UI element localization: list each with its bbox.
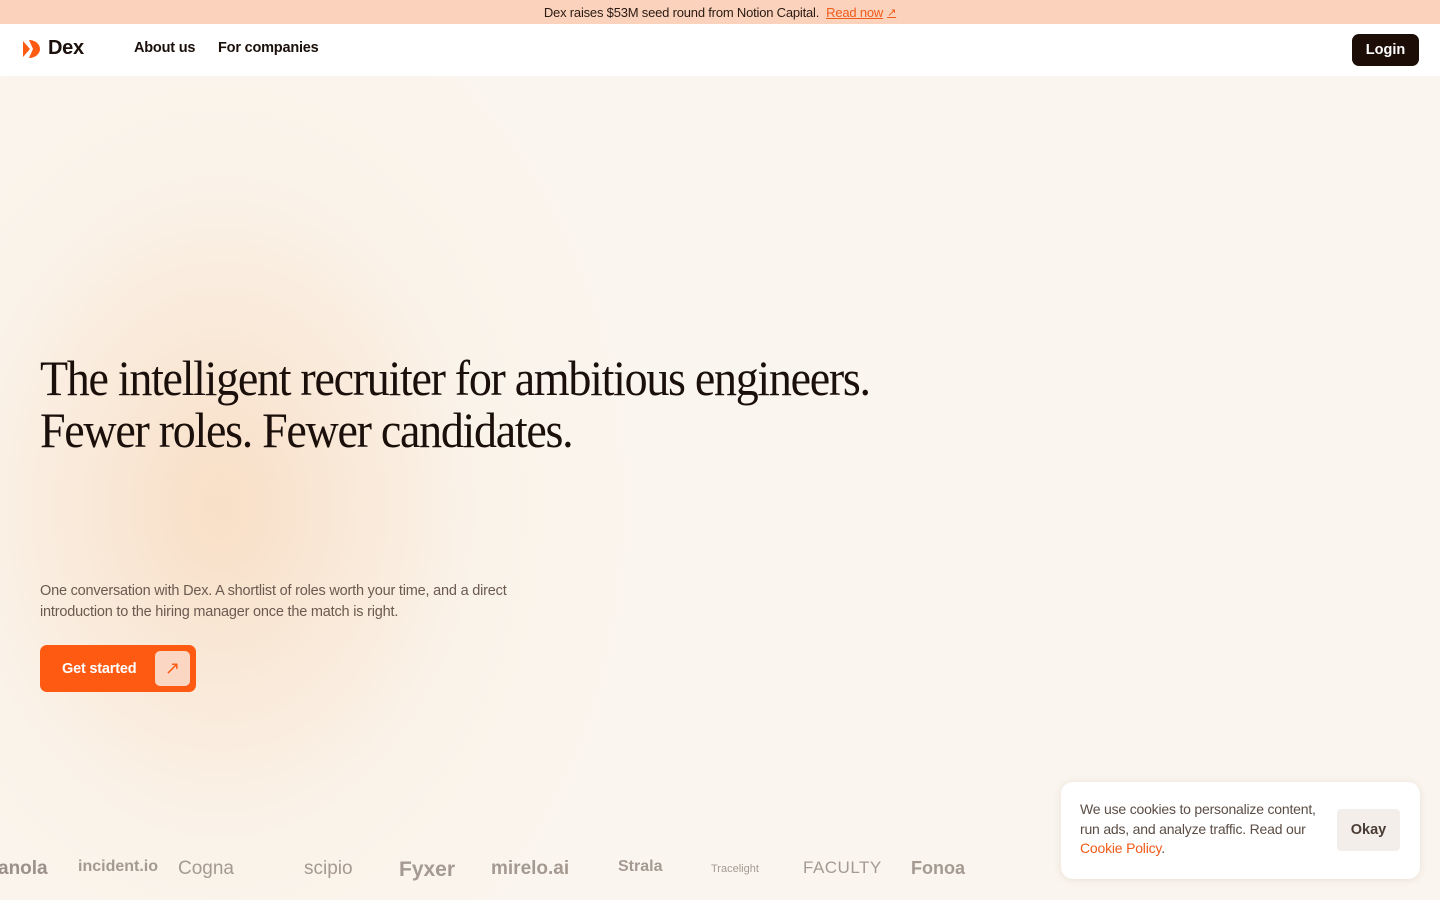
logo-strala: Strala [618, 858, 663, 875]
cookie-trailing: . [1161, 840, 1165, 856]
logo-tracelight: Tracelight [711, 863, 759, 875]
nav-about-us[interactable]: About us [134, 40, 195, 56]
cookie-banner: We use cookies to personalize content, r… [1061, 782, 1420, 879]
cookie-policy-link[interactable]: Cookie Policy [1080, 840, 1161, 856]
hero-headline: The intelligent recruiter for ambitious … [40, 350, 871, 458]
headline-line-2: Fewer roles. Fewer candidates. [40, 402, 574, 458]
brand-logo[interactable]: Dex [20, 37, 84, 60]
arrow-up-right-icon: ↗ [887, 6, 897, 19]
cookie-message: We use cookies to personalize content, r… [1080, 801, 1316, 837]
logo-fyxer: Fyxer [399, 858, 456, 881]
top-nav: Dex About us For companies Login [0, 24, 1440, 76]
hero-subtext: One conversation with Dex. A shortlist o… [40, 583, 507, 620]
logo-mirelo: mirelo.ai [491, 858, 570, 879]
logo-incident: incident.io [78, 858, 158, 875]
banner-message: Dex raises $53M seed round from Notion C… [543, 4, 820, 20]
cookie-text: We use cookies to personalize content, r… [1080, 800, 1320, 859]
dex-logo-icon [23, 39, 40, 58]
read-now-label: Read now [826, 4, 884, 20]
logo-faculty: FACULTY [803, 858, 882, 877]
arrow-up-right-icon: ↗ [155, 651, 190, 686]
get-started-label: Get started [62, 660, 137, 677]
announcement-banner: Dex raises $53M seed round from Notion C… [0, 0, 1440, 24]
logo-fonoa: Fonoa [911, 858, 965, 878]
get-started-button[interactable]: Get started ↗ [40, 645, 196, 692]
cookie-okay-button[interactable]: Okay [1337, 809, 1400, 851]
read-now-link[interactable]: Read now ↗ [826, 5, 896, 20]
login-button[interactable]: Login [1352, 34, 1419, 66]
logo-anola: anola [0, 858, 48, 879]
nav-for-companies[interactable]: For companies [218, 40, 319, 56]
logo-scipio: scipio [304, 858, 353, 879]
logo-cogna: Cogna [178, 858, 234, 879]
hero-background [0, 76, 1440, 900]
headline-line-1: The intelligent recruiter for ambitious … [40, 350, 871, 406]
brand-name: Dex [48, 37, 84, 59]
